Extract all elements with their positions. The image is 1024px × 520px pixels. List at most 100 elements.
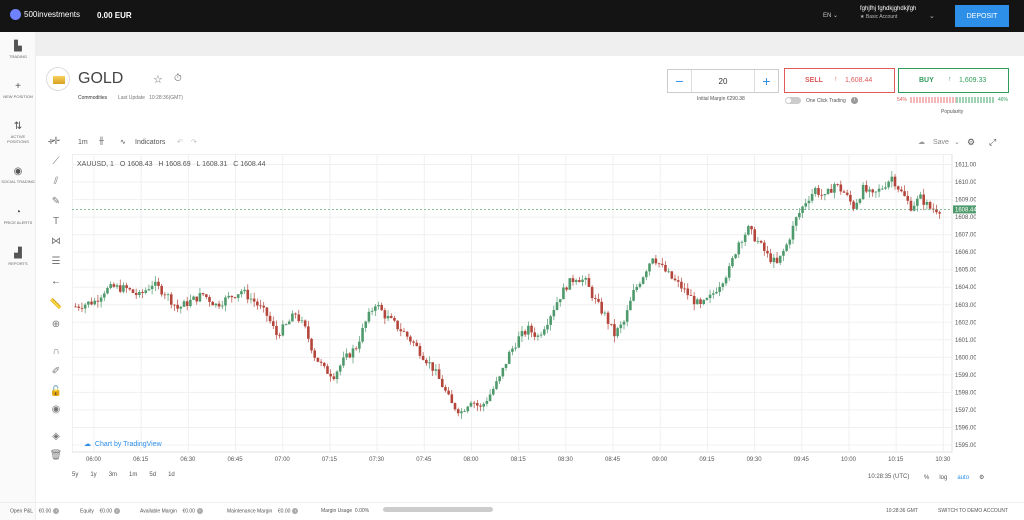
layers-icon[interactable]: ◈ — [44, 431, 68, 442]
candle-body — [275, 325, 278, 336]
candle-body — [125, 285, 128, 289]
lock-icon[interactable]: 🔓 — [44, 386, 68, 397]
candle-body — [766, 250, 769, 254]
quantity-input[interactable] — [692, 70, 754, 92]
indicators-button[interactable]: Indicators — [135, 139, 165, 146]
user-menu[interactable]: fghjfhj fghdkjghdkjfgh ★ Basic Account — [860, 6, 916, 20]
gear-icon[interactable]: ⚙ — [979, 474, 984, 481]
candle-body — [912, 205, 916, 211]
candle-body — [326, 366, 329, 374]
sidebar-item-price-alerts[interactable]: ◔ PRICE ALERTS — [0, 208, 36, 226]
stay-in-drawing-icon[interactable]: ✐ — [44, 366, 68, 377]
candle-body — [514, 347, 517, 349]
candle-body — [820, 194, 823, 196]
brush-icon[interactable]: ✎ — [44, 196, 68, 207]
gear-icon[interactable]: ⚙ — [967, 137, 975, 148]
candle-body — [922, 194, 926, 205]
candlestick-chart[interactable]: 1595.00 1596.00 1597.00 1598.00 1599.00 1600.… — [71, 153, 977, 464]
candle-body — [87, 301, 90, 305]
crosshair-icon[interactable]: ✛ — [44, 136, 68, 147]
candle-body — [785, 244, 788, 251]
legend-close: C 1608.44 — [233, 161, 266, 168]
price-alert-stopwatch-icon[interactable]: ⏱ — [174, 73, 182, 84]
trend-line-icon[interactable]: ⟋ — [44, 156, 68, 167]
info-icon[interactable]: i — [113, 508, 120, 514]
decrease-quantity-button[interactable]: − — [668, 70, 692, 92]
price-chart[interactable]: 1595.00 1596.00 1597.00 1598.00 1599.00 1600.… — [71, 153, 977, 464]
candle-body — [731, 258, 734, 267]
eye-icon[interactable]: ◉ — [44, 404, 68, 415]
candle-body — [128, 288, 132, 290]
percent-scale-toggle[interactable]: % — [924, 475, 929, 481]
info-icon[interactable]: i — [851, 97, 858, 104]
sidebar-item-reports[interactable]: ▟ REPORTS — [0, 249, 36, 267]
range-5y[interactable]: 5y — [72, 472, 78, 478]
y-tick-label: 1609.00 — [955, 198, 976, 204]
candle-body — [680, 281, 683, 289]
zoom-in-icon[interactable]: ⊕ — [44, 319, 68, 330]
candle-body — [603, 312, 607, 314]
redo-icon[interactable]: ↷ — [191, 138, 197, 146]
chevron-down-icon[interactable]: ⌄ — [929, 12, 935, 20]
save-button[interactable]: Save — [933, 139, 949, 146]
sidebar-item-social-trading[interactable]: ◉ SOCIAL TRADING — [0, 167, 36, 185]
sell-button[interactable]: SELL ↑ 1,608.44 — [784, 68, 895, 93]
range-5d[interactable]: 5d — [149, 472, 156, 478]
account-footer: Open P&L €0.00 i Equity €0.00 i Available … — [0, 502, 1024, 520]
maintenance-margin-label: Maintenance Margin — [227, 508, 273, 515]
magnet-icon[interactable]: ∩ — [44, 346, 68, 357]
user-name: fghjfhj fghdkjghdkjfgh — [860, 6, 917, 12]
log-scale-toggle[interactable]: log — [939, 475, 947, 481]
candle-body — [903, 191, 906, 196]
candle-body — [648, 263, 651, 272]
undo-icon[interactable]: ↶ — [177, 138, 183, 146]
chevron-down-icon[interactable]: ⌄ — [954, 138, 960, 146]
fib-icon[interactable]: ☰ — [44, 256, 68, 267]
fullscreen-icon[interactable]: ⤢ — [989, 137, 996, 148]
candles-icon[interactable]: ╫ — [99, 138, 104, 145]
brand-logo[interactable]: 500investments — [10, 9, 80, 20]
tradingview-credit[interactable]: ☁ Chart by TradingView — [84, 440, 162, 448]
chevron-down-icon: ⌄ — [833, 13, 839, 19]
candle-body — [527, 325, 530, 335]
candle-body — [925, 202, 929, 205]
info-icon[interactable]: i — [53, 508, 60, 514]
parallel-channel-icon[interactable]: ⫽ — [44, 176, 68, 187]
candle-body — [147, 289, 151, 291]
x-tick-label: 09:00 — [652, 457, 668, 463]
increase-quantity-button[interactable]: + — [754, 70, 778, 92]
arrow-left-icon[interactable]: ← — [44, 276, 68, 287]
indicators-icon[interactable]: ∿ — [120, 138, 126, 146]
sidebar-item-active-positions[interactable]: ⇅ ACTIVE POSITIONS — [0, 122, 36, 145]
pattern-icon[interactable]: ⋈ — [44, 236, 68, 247]
range-1y[interactable]: 1y — [90, 472, 96, 478]
chart-time-utc[interactable]: 10:28:35 (UTC) — [868, 474, 909, 480]
info-icon[interactable]: i — [292, 508, 299, 514]
favorite-star-icon[interactable]: ☆ — [153, 73, 163, 86]
range-1d[interactable]: 1d — [168, 472, 175, 478]
buy-button[interactable]: BUY ↑ 1,609.33 — [898, 68, 1009, 93]
auto-scale-toggle[interactable]: auto — [957, 475, 969, 481]
trash-icon[interactable]: 🗑 — [44, 450, 68, 461]
candle-body — [418, 345, 422, 356]
x-tick-label: 10:15 — [888, 457, 904, 463]
candle-body — [431, 362, 434, 371]
interval-selector[interactable]: 1m — [78, 139, 88, 146]
language-selector[interactable]: EN ⌄ — [823, 12, 838, 19]
ruler-icon[interactable]: 📏 — [44, 299, 68, 310]
deposit-button[interactable]: DEPOSIT — [955, 5, 1009, 27]
candle-body — [801, 206, 804, 213]
candle-body — [201, 293, 205, 295]
candle-body — [935, 209, 938, 213]
one-click-trading-toggle[interactable] — [785, 97, 801, 104]
range-1m[interactable]: 1m — [129, 472, 137, 478]
sidebar-item-trading[interactable]: ▙ TRADING — [0, 42, 36, 60]
y-tick-label: 1599.00 — [955, 373, 976, 379]
text-icon[interactable]: T — [44, 216, 68, 227]
candle-body — [386, 315, 390, 319]
info-icon[interactable]: i — [196, 508, 203, 514]
range-3m[interactable]: 3m — [109, 472, 117, 478]
sidebar-item-new-position[interactable]: + NEW POSITION — [0, 82, 36, 100]
switch-to-demo-link[interactable]: SWITCH TO DEMO ACCOUNT — [938, 508, 1008, 514]
candle-body — [568, 278, 572, 290]
